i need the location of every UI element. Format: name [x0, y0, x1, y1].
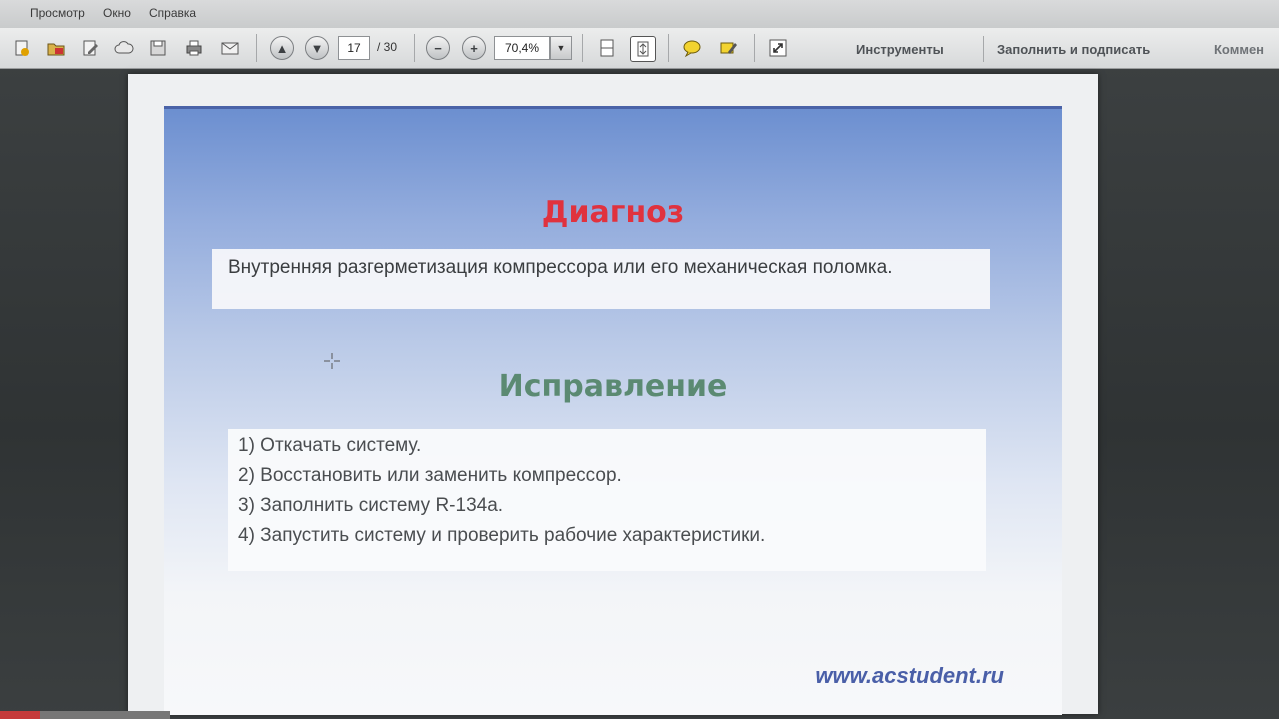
- edit-icon[interactable]: [78, 36, 102, 60]
- save-icon[interactable]: [146, 36, 170, 60]
- page-total: / 30: [377, 40, 398, 54]
- menu-bar: Просмотр Окно Справка: [0, 0, 1279, 28]
- list-item: 1) Откачать систему.: [238, 435, 422, 456]
- comment-link[interactable]: Коммен: [1214, 42, 1264, 57]
- toolbar-separator: [414, 34, 415, 62]
- list-item: 3) Заполнить систему R-134a.: [238, 495, 504, 516]
- fullscreen-icon[interactable]: [766, 36, 790, 60]
- toolbar-separator: [668, 34, 669, 62]
- list-item: 2) Восстановить или заменить компрессор.: [238, 465, 622, 486]
- fit-width-icon[interactable]: [595, 36, 619, 60]
- cloud-icon[interactable]: [112, 36, 136, 60]
- toolbar-separator: [754, 34, 755, 62]
- pdf-page: Диагноз Внутренняя разгерметизация компр…: [128, 74, 1098, 715]
- fix-title: Исправление: [498, 369, 728, 404]
- menu-window[interactable]: Окно: [103, 6, 131, 20]
- zoom-input[interactable]: 70,4%: [494, 36, 550, 60]
- diagnosis-title: Диагноз: [541, 195, 685, 230]
- highlight-icon[interactable]: [716, 36, 740, 60]
- create-icon[interactable]: [10, 36, 34, 60]
- zoom-in-icon[interactable]: +: [462, 36, 486, 60]
- toolbar: ▲ ▼ 17 / 30 − + 70,4% ▼ Инструменты Запо…: [0, 28, 1279, 69]
- print-icon[interactable]: [182, 36, 206, 60]
- footer-url[interactable]: www.acstudent.ru: [815, 663, 1004, 689]
- menu-view[interactable]: Просмотр: [30, 6, 85, 20]
- fit-page-icon[interactable]: [630, 36, 656, 62]
- diagnosis-text: Внутренняя разгерметизация компрессора и…: [228, 257, 893, 278]
- menu-help[interactable]: Справка: [149, 6, 196, 20]
- toolbar-separator: [983, 36, 984, 62]
- slide: Диагноз Внутренняя разгерметизация компр…: [164, 106, 1062, 715]
- fill-sign-link[interactable]: Заполнить и подписать: [997, 42, 1150, 57]
- taskbar-strip: [0, 711, 170, 719]
- toolbar-separator: [256, 34, 257, 62]
- page-down-icon[interactable]: ▼: [305, 36, 329, 60]
- toolbar-separator: [582, 34, 583, 62]
- tools-link[interactable]: Инструменты: [856, 42, 944, 57]
- screen: Просмотр Окно Справка ▲ ▼ 17 / 30 − + 70…: [0, 0, 1279, 719]
- open-icon[interactable]: [44, 36, 68, 60]
- diagnosis-box: Внутренняя разгерметизация компрессора и…: [212, 249, 990, 309]
- zoom-out-icon[interactable]: −: [426, 36, 450, 60]
- crosshair-cursor-icon: [324, 353, 340, 369]
- page-number-input[interactable]: 17: [338, 36, 370, 60]
- list-item: 4) Запустить систему и проверить рабочие…: [238, 525, 766, 546]
- comment-icon[interactable]: [680, 36, 704, 60]
- fix-list: 1) Откачать систему. 2) Восстановить или…: [228, 429, 986, 571]
- zoom-dropdown-icon[interactable]: ▼: [550, 36, 572, 60]
- mail-icon[interactable]: [218, 36, 242, 60]
- page-up-icon[interactable]: ▲: [270, 36, 294, 60]
